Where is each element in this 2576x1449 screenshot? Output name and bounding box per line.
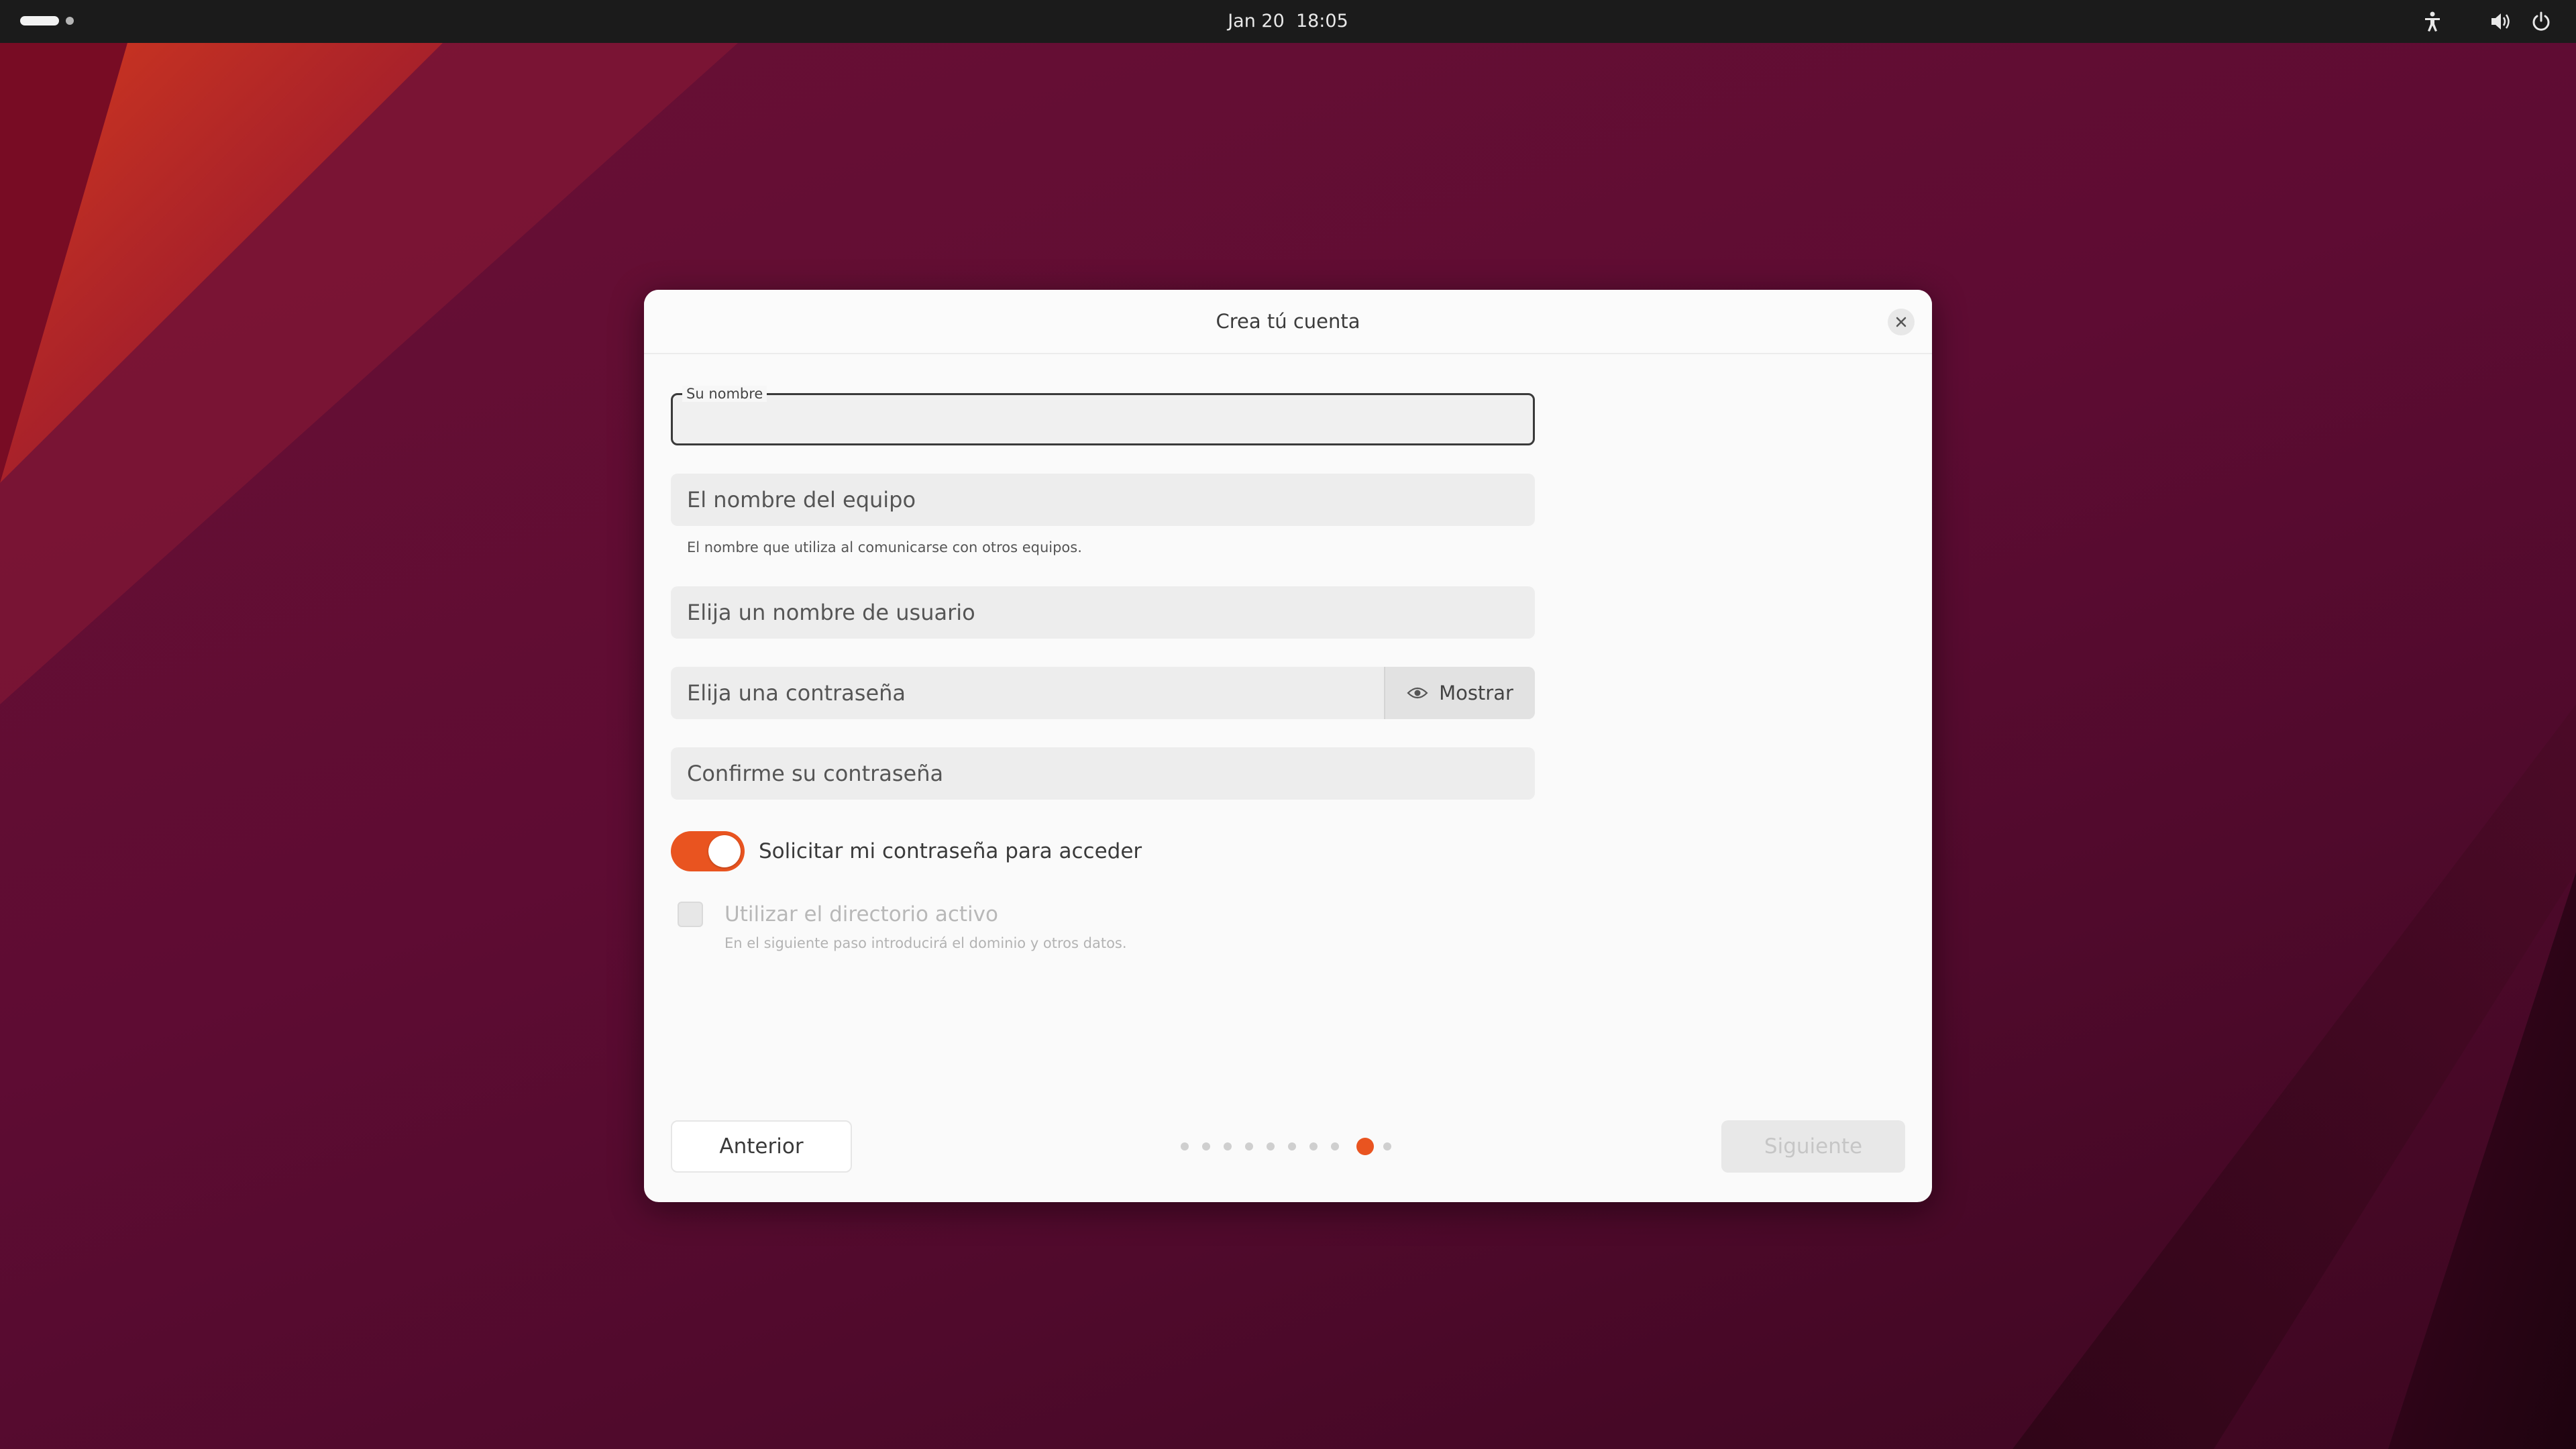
activities-button[interactable] [20, 16, 74, 25]
computer-name-hint: El nombre que utiliza al comunicarse con… [687, 539, 1082, 555]
confirm-password-field[interactable]: Confirme su contraseña [671, 747, 1535, 800]
dialog-header: Crea tú cuenta [644, 290, 1932, 354]
step-dot [1224, 1142, 1232, 1150]
toggle-knob [708, 835, 741, 867]
step-dot [1331, 1142, 1339, 1150]
workspace-indicator-active [20, 16, 59, 25]
step-dot [1202, 1142, 1210, 1150]
accessibility-icon[interactable] [2420, 9, 2445, 34]
username-field[interactable]: Elija un nombre de usuario [671, 586, 1535, 639]
require-password-toggle[interactable] [671, 831, 745, 871]
step-dot [1309, 1142, 1318, 1150]
active-directory-label: Utilizar el directorio activo [724, 902, 998, 926]
step-dot [1245, 1142, 1253, 1150]
computer-name-field[interactable]: El nombre del equipo [671, 474, 1535, 526]
show-password-button[interactable]: Mostrar [1384, 667, 1535, 719]
create-account-dialog: Crea tú cuenta Su nombre El nombre del e… [644, 290, 1932, 1202]
dialog-title: Crea tú cuenta [1216, 310, 1360, 333]
password-field[interactable]: Elija una contraseña Mostrar [671, 667, 1535, 719]
step-indicator [1181, 1136, 1395, 1157]
step-dot [1383, 1142, 1391, 1150]
close-button[interactable] [1888, 309, 1915, 335]
workspace-indicator-dot [66, 17, 74, 25]
previous-button[interactable]: Anterior [671, 1120, 852, 1173]
clock[interactable]: Jan 20 18:05 [1221, 0, 1355, 43]
step-dot [1267, 1142, 1275, 1150]
active-directory-checkbox[interactable] [678, 902, 703, 927]
step-dot-current [1356, 1138, 1374, 1155]
clock-time: 18:05 [1295, 11, 1348, 32]
clock-date: Jan 20 [1228, 11, 1285, 32]
step-dot [1181, 1142, 1189, 1150]
require-password-label: Solicitar mi contraseña para acceder [759, 839, 1142, 863]
close-icon [1896, 317, 1907, 327]
show-password-label: Mostrar [1439, 682, 1513, 704]
power-icon[interactable] [2529, 9, 2553, 34]
eye-icon [1407, 687, 1428, 699]
volume-icon[interactable] [2489, 9, 2513, 34]
top-bar: Jan 20 18:05 [0, 0, 2576, 43]
step-dot [1288, 1142, 1296, 1150]
your-name-label: Su nombre [682, 386, 767, 402]
username-placeholder: Elija un nombre de usuario [687, 600, 975, 625]
your-name-field[interactable]: Su nombre [671, 386, 1535, 445]
computer-name-placeholder: El nombre del equipo [687, 487, 916, 513]
next-button[interactable]: Siguiente [1721, 1120, 1905, 1173]
confirm-password-placeholder: Confirme su contraseña [687, 761, 944, 786]
active-directory-hint: En el siguiente paso introducirá el domi… [724, 935, 1127, 951]
password-placeholder: Elija una contraseña [687, 680, 906, 706]
